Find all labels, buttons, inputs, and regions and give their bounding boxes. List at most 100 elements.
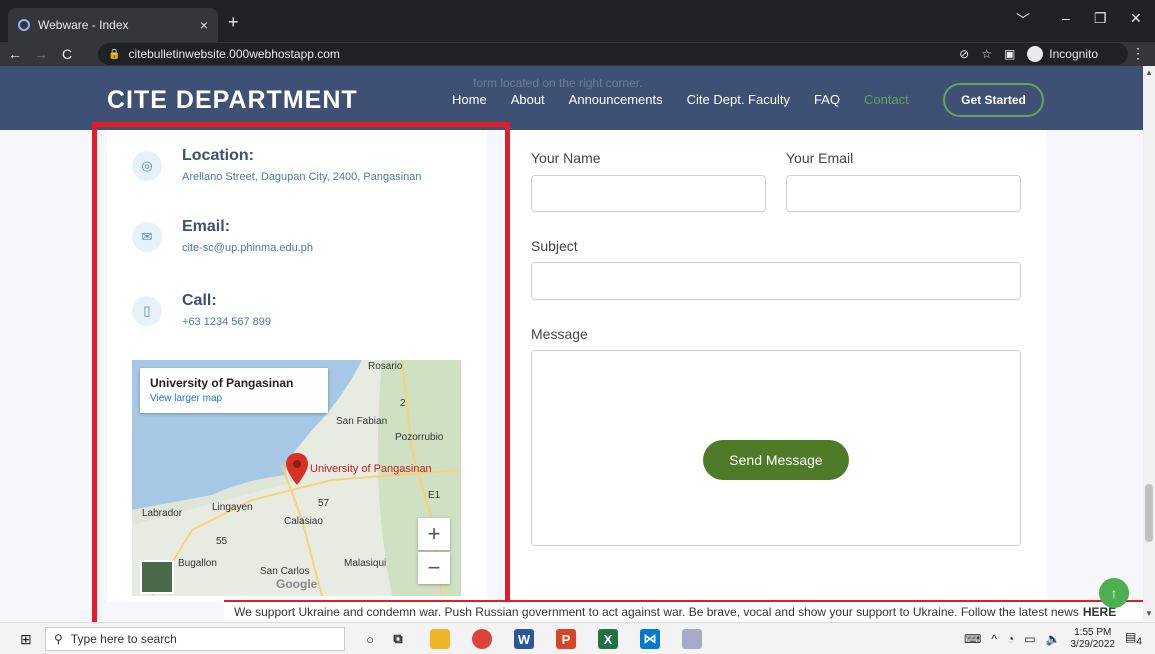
banner-text: We support Ukraine and condemn war. Push… [234,605,1079,619]
bookmark-star-icon[interactable]: ☆ [981,47,992,61]
battery-icon[interactable]: ▭ [1024,632,1035,646]
map-road-label: 55 [216,536,228,547]
nav-about[interactable]: About [511,92,545,107]
scrolled-text-ghost: form located on the right corner. [473,76,643,90]
taskbar-search-placeholder: Type here to search [70,632,177,646]
map-label: Pozorrubio [395,432,444,443]
nav-faq[interactable]: FAQ [814,92,840,107]
file-explorer-icon[interactable] [430,629,450,649]
send-message-button[interactable]: Send Message [703,440,849,480]
email-label: Email: [182,218,231,235]
map-label: Malasiqui [344,558,387,569]
incognito-badge[interactable]: Incognito [1027,46,1098,62]
nav-contact[interactable]: Contact [864,92,909,107]
sidepanel-icon[interactable]: ▣ [1004,47,1015,61]
incognito-icon [1027,46,1044,62]
ukraine-banner: We support Ukraine and condemn war. Push… [224,600,1143,622]
view-larger-map-link[interactable]: View larger map [150,393,318,404]
map-road-label: E1 [428,490,441,501]
tab-search-icon[interactable]: ﹀ [1016,10,1030,30]
google-logo: Google [276,577,318,591]
subject-input[interactable] [531,262,1021,300]
minimize-button[interactable]: – [1062,10,1070,26]
cortana-icon[interactable]: ○ [360,629,380,649]
email-input[interactable] [786,175,1021,212]
browser-tab[interactable]: Webware - Index × [8,8,218,42]
site-logo[interactable]: CITE DEPARTMENT [107,86,358,115]
windows-start-icon[interactable]: ⊞ [20,631,32,648]
notification-count: 4 [1136,636,1142,648]
menu-kebab-icon[interactable]: ⋮ [1131,45,1145,62]
map-poi-label: University of Pangasinan [310,463,432,475]
map-label: San Fabian [336,416,388,427]
scroll-down-icon[interactable]: ▼ [1143,609,1155,618]
keyboard-icon[interactable]: ⌨ [964,632,981,646]
network-icon[interactable]: ◔ [1007,632,1014,646]
map-place-name: University of Pangasinan [150,376,294,390]
notification-center-icon[interactable]: ▤4 [1125,630,1143,648]
lock-icon: 🔒 [108,48,121,60]
incognito-label: Incognito [1049,47,1098,61]
favicon-icon [18,19,30,31]
clock-time: 1:55 PM [1074,627,1112,638]
map-place-card: University of Pangasinan View larger map [140,368,328,413]
satellite-toggle[interactable] [140,560,174,594]
taskbar-search[interactable]: ⚲ Type here to search [45,627,345,651]
page-scrollbar[interactable]: ▲ ▼ [1143,66,1155,621]
name-input[interactable] [531,175,766,212]
excel-icon[interactable]: X [598,629,618,649]
message-label: Message [531,326,588,342]
map-marker-icon[interactable] [285,453,309,485]
google-map-embed[interactable]: University of Pangasinan View larger map… [132,360,461,596]
back-to-top-button[interactable]: ↑ [1099,578,1129,608]
map-label: Bugallon [178,558,217,569]
phone-icon: ▯ [132,296,162,326]
browser-tab-strip: Webware - Index × + ﹀ – ❐ ✕ [0,0,1155,42]
tray-chevron-icon[interactable]: ^ [991,632,997,646]
map-label: Rosario [368,361,403,372]
map-road-label: 2 [400,398,406,409]
nav-faculty[interactable]: Cite Dept. Faculty [687,92,790,107]
map-label: Labrador [142,508,183,519]
map-label: San Carlos [260,566,310,577]
call-value: +63 1234 567 899 [182,316,272,328]
system-tray: ⌨ ^ ◔ ▭ 🔈 1:55 PM 3/29/2022 [964,627,1115,651]
location-value: Arellano Street, Dagupan City, 2400, Pan… [182,171,422,183]
browser-toolbar: ← → C 🔒 citebulletinwebsite.000webhostap… [0,42,1155,66]
location-label: Location: [182,147,254,164]
eye-off-icon[interactable]: ⊘ [959,47,969,61]
word-icon[interactable]: W [514,629,534,649]
scroll-thumb[interactable] [1145,484,1153,542]
close-window-button[interactable]: ✕ [1130,10,1142,27]
url-text: citebulletinwebsite.000webhostapp.com [128,47,340,61]
back-icon[interactable]: ← [4,46,26,62]
powerpoint-icon[interactable]: P [556,629,576,649]
tab-title: Webware - Index [38,18,129,32]
clock[interactable]: 1:55 PM 3/29/2022 [1071,627,1116,651]
zoom-out-button[interactable]: − [418,552,450,584]
envelope-icon: ✉ [132,222,162,252]
nav-announcements[interactable]: Announcements [569,92,663,107]
clock-date: 3/29/2022 [1070,639,1116,650]
tab-close-icon[interactable]: × [200,17,208,33]
map-pin-icon: ◎ [132,151,162,181]
paint-icon[interactable] [682,629,702,649]
task-view-icon[interactable]: ⧉ [388,629,408,649]
vscode-icon[interactable]: ⋈ [640,629,660,649]
forward-icon[interactable]: → [30,46,52,62]
map-label: Calasiao [284,516,323,527]
zoom-in-button[interactable]: + [418,518,450,550]
map-road-label: 57 [318,498,330,509]
scroll-up-icon[interactable]: ▲ [1143,68,1155,77]
get-started-button[interactable]: Get Started [943,83,1044,117]
call-label: Call: [182,292,217,309]
chrome-icon[interactable] [472,629,492,649]
reload-icon[interactable]: C [56,46,78,62]
restore-button[interactable]: ❐ [1094,10,1107,27]
address-bar[interactable]: 🔒 citebulletinwebsite.000webhostapp.com … [98,43,1128,65]
volume-icon[interactable]: 🔈 [1046,632,1061,646]
new-tab-button[interactable]: + [228,12,239,33]
nav-home[interactable]: Home [452,92,487,107]
search-icon: ⚲ [54,632,63,646]
site-header: form located on the right corner. CITE D… [0,66,1143,130]
